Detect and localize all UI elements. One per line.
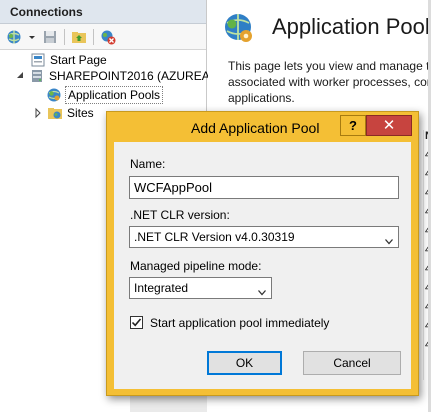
application-pools-icon (46, 87, 62, 103)
toolbar-separator (93, 28, 94, 45)
application-pools-header-icon (222, 12, 256, 49)
dialog-title-bar[interactable]: Add Application Pool ? ✕ (107, 112, 418, 142)
disconnect-icon[interactable] (100, 29, 116, 45)
up-level-icon[interactable] (71, 29, 87, 45)
connections-title: Connections (0, 0, 206, 24)
description-line: associated with worker processes, cont (228, 75, 431, 89)
tree-item-application-pools[interactable]: Application Pools (46, 86, 164, 104)
add-application-pool-dialog: Add Application Pool ? ✕ Name: WCFAppPoo… (106, 111, 419, 396)
name-input[interactable]: WCFAppPool (129, 176, 399, 199)
close-button[interactable]: ✕ (366, 115, 412, 136)
tree-item-label: SHAREPOINT2016 (AZUREAD\ (49, 69, 222, 83)
sites-icon (47, 105, 63, 121)
ok-button[interactable]: OK (207, 351, 282, 375)
pipeline-mode-value: Integrated (134, 281, 189, 295)
chevron-down-icon (385, 234, 393, 245)
pipeline-mode-select[interactable]: Integrated (129, 277, 272, 299)
description-line: This page lets you view and manage th (228, 59, 431, 73)
start-immediately-label[interactable]: Start application pool immediately (150, 316, 329, 330)
pipeline-mode-label: Managed pipeline mode: (130, 259, 262, 273)
chevron-down-icon (258, 285, 266, 296)
clr-version-value: .NET CLR Version v4.0.30319 (134, 230, 295, 244)
connections-toolbar (0, 24, 206, 50)
clr-version-label: .NET CLR version: (130, 208, 230, 222)
description-line: applications. (228, 91, 295, 105)
save-icon[interactable] (42, 29, 58, 45)
page-description: This page lets you view and manage th as… (228, 58, 431, 106)
collapse-arrow-icon[interactable] (15, 68, 25, 84)
start-page-icon (30, 52, 46, 68)
checkmark-icon (131, 318, 142, 327)
tree-item-label: Sites (67, 106, 94, 120)
start-immediately-checkbox[interactable] (130, 316, 143, 329)
tree-item-sites[interactable]: Sites (33, 104, 94, 122)
dialog-title: Add Application Pool (191, 120, 320, 136)
tree-item-label: Application Pools (64, 86, 164, 104)
name-label: Name: (130, 157, 166, 171)
clr-version-select[interactable]: .NET CLR Version v4.0.30319 (129, 226, 399, 248)
connect-globe-icon[interactable] (6, 29, 22, 45)
expand-arrow-icon[interactable] (33, 105, 43, 121)
horizontal-scrollbar[interactable] (130, 395, 207, 412)
page-title: Application Pools (272, 14, 431, 39)
tree-item-label: Start Page (50, 53, 107, 67)
toolbar-separator (64, 28, 65, 45)
cancel-button[interactable]: Cancel (303, 351, 401, 375)
server-icon (29, 68, 45, 84)
chevron-down-icon[interactable] (28, 29, 36, 45)
tree-item-server[interactable]: SHAREPOINT2016 (AZUREAD\ (15, 67, 222, 85)
help-button[interactable]: ? (340, 115, 366, 136)
dialog-body: Name: WCFAppPool .NET CLR version: .NET … (114, 142, 411, 389)
